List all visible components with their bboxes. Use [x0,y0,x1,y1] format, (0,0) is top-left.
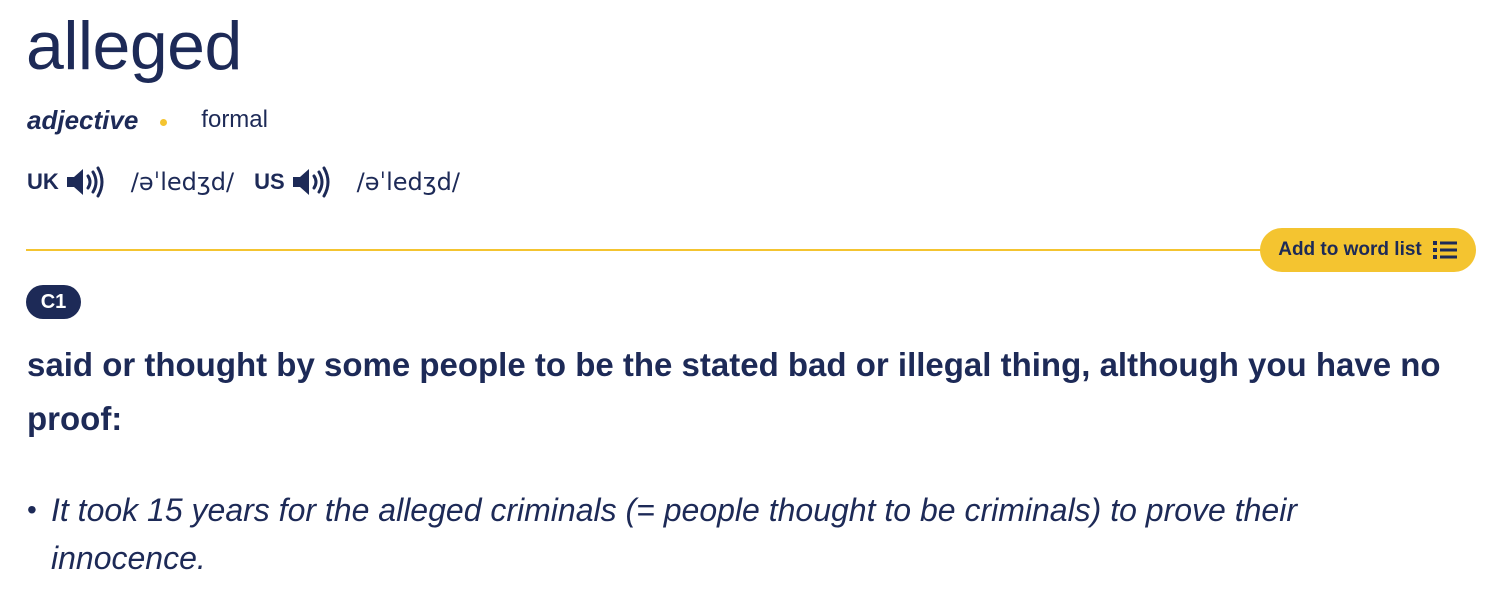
headword: alleged [26,8,242,84]
level-badge: C1 [26,285,81,319]
register-label: formal [201,106,268,133]
uk-region-label: UK [27,169,59,194]
uk-ipa: /əˈledʒd/ [130,168,235,196]
speaker-icon [66,166,104,198]
add-to-word-list-label: Add to word list [1278,239,1422,260]
separator-dot [160,118,168,126]
pronunciation-line: UK /əˈledʒd/ US /əˈledʒd/ [27,162,480,202]
us-audio-button[interactable] [291,166,331,198]
divider [26,249,1276,251]
list-icon [1432,239,1458,261]
dictionary-entry: alleged adjective formal UK /əˈledʒd/ US [0,0,1500,598]
example-sentence: It took 15 years for the alleged crimina… [51,492,1297,576]
definition: said or thought by some people to be the… [27,346,1441,437]
speaker-icon [292,166,330,198]
grammar-line: adjective formal [27,103,268,137]
uk-audio-button[interactable] [65,166,105,198]
bullet: • [27,494,37,525]
add-to-word-list-button[interactable]: Add to word list [1260,228,1476,272]
us-region-label: US [254,169,285,194]
part-of-speech: adjective [27,104,139,135]
us-ipa: /əˈledʒd/ [356,168,460,196]
example-list-item: • It took 15 years for the alleged crimi… [27,486,1467,582]
